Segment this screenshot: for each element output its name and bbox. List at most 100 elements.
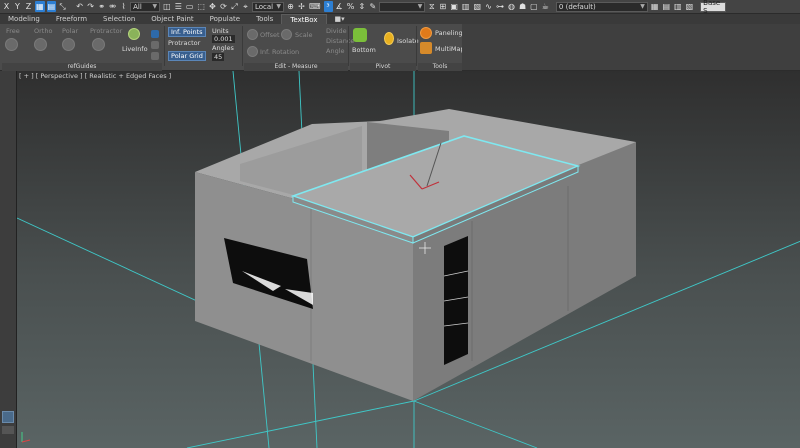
- spinner-snap-icon[interactable]: ⇕: [357, 1, 366, 12]
- named-selection-dropdown[interactable]: ▼: [379, 1, 426, 12]
- pivot-bottom-icon[interactable]: [353, 28, 367, 42]
- layer-dropdown[interactable]: 0 (default) ▼: [555, 1, 648, 12]
- inf-rotation-icon[interactable]: [247, 46, 258, 57]
- named-selection-icon[interactable]: ✎: [368, 1, 377, 12]
- axis-z-button[interactable]: Z: [24, 1, 33, 12]
- pivot-center-icon[interactable]: ⊕: [286, 1, 295, 12]
- group-refguides-label[interactable]: refGuides: [2, 63, 162, 71]
- schematic-view-icon[interactable]: ⊶: [495, 1, 505, 12]
- bind-icon[interactable]: ⌇: [119, 1, 128, 12]
- ribbon-options-icon[interactable]: ■▾: [327, 14, 353, 24]
- coord-system-dropdown[interactable]: Local ▼: [251, 1, 284, 12]
- snaps-toggle-icon[interactable]: ³: [323, 1, 333, 12]
- workspace-dropdown[interactable]: Base S: [700, 0, 727, 15]
- guide-ortho-button[interactable]: [34, 38, 47, 51]
- pivot-bottom-label[interactable]: Bottom: [352, 46, 376, 54]
- scale-icon[interactable]: ⤢: [230, 1, 239, 12]
- polar-grid-toggle[interactable]: Polar Grid: [168, 51, 206, 61]
- guide-free-button[interactable]: [5, 38, 18, 51]
- offset-label[interactable]: Offset: [260, 31, 280, 39]
- toggle-layer-explorer-icon[interactable]: ▥: [461, 1, 471, 12]
- guide-protractor-button[interactable]: [92, 38, 105, 51]
- rendered-frame-icon[interactable]: ▢: [529, 1, 539, 12]
- xy-constraint-icon[interactable]: ▦: [35, 1, 45, 12]
- angle-snap-icon[interactable]: ∡: [335, 1, 344, 12]
- render-icon[interactable]: ☕: [541, 1, 550, 12]
- group-pivot-label[interactable]: Pivot: [350, 63, 416, 71]
- scale-label[interactable]: Scale: [295, 31, 313, 39]
- tab-object-paint[interactable]: Object Paint: [143, 14, 201, 24]
- guides-option3-icon[interactable]: [151, 52, 159, 60]
- divide-label[interactable]: Divide: [326, 27, 347, 35]
- axis-x-button[interactable]: X: [2, 1, 11, 12]
- percent-snap-icon[interactable]: %: [346, 1, 356, 12]
- inf-rotation-label[interactable]: Inf. Rotation: [260, 48, 299, 56]
- move-icon[interactable]: ✥: [208, 1, 217, 12]
- paneling-icon[interactable]: [420, 27, 432, 39]
- select-by-name-icon[interactable]: ☰: [174, 1, 183, 12]
- ribbon-tabs: Modeling Freeform Selection Object Paint…: [0, 14, 800, 24]
- unlink-icon[interactable]: ⚮: [108, 1, 117, 12]
- offset-icon[interactable]: [247, 29, 258, 40]
- viewport-layout-button[interactable]: [2, 411, 14, 423]
- layer-select-icon[interactable]: ▥: [673, 1, 683, 12]
- angles-field[interactable]: 45: [212, 53, 225, 61]
- tab-tools[interactable]: Tools: [248, 14, 281, 24]
- liveinfo-icon[interactable]: [128, 28, 140, 40]
- xz-constraint-icon[interactable]: ▤: [46, 1, 57, 12]
- toggle-scene-explorer-icon[interactable]: ▣: [449, 1, 459, 12]
- tab-selection[interactable]: Selection: [95, 14, 143, 24]
- guide-polar-button[interactable]: [62, 38, 75, 51]
- keyboard-shortcut-icon[interactable]: ⌨: [308, 1, 322, 12]
- tab-modeling[interactable]: Modeling: [0, 14, 48, 24]
- isolate-bulb-icon[interactable]: [384, 32, 394, 45]
- units-field[interactable]: 0.001: [212, 35, 235, 43]
- perspective-viewport[interactable]: [ + ] [ Perspective ] [ Realistic + Edge…: [16, 71, 800, 448]
- guide-line-front-right: [413, 400, 538, 448]
- group-edit-measure-label[interactable]: Edit - Measure: [244, 63, 348, 71]
- angles-label: Angles: [212, 44, 234, 52]
- rotate-icon[interactable]: ⟳: [219, 1, 228, 12]
- scale-tool-icon[interactable]: [281, 29, 292, 40]
- select-manipulate-icon[interactable]: ✢: [297, 1, 306, 12]
- guide-free-label: Free: [6, 27, 20, 35]
- snap-icon[interactable]: ⤡: [58, 1, 67, 12]
- axis-y-button[interactable]: Y: [13, 1, 22, 12]
- viewport-layout-option[interactable]: [2, 426, 14, 434]
- paneling-label[interactable]: Paneling: [435, 29, 463, 37]
- distance-label[interactable]: Distance: [326, 37, 354, 45]
- viewport-label[interactable]: [ + ] [ Perspective ] [ Realistic + Edge…: [19, 72, 171, 80]
- guides-option2-icon[interactable]: [151, 41, 159, 49]
- multimap-icon[interactable]: [420, 42, 432, 54]
- tab-freeform[interactable]: Freeform: [48, 14, 95, 24]
- guides-option-icon[interactable]: [151, 30, 159, 38]
- protractor-toggle[interactable]: Protractor: [168, 39, 200, 47]
- mirror-icon[interactable]: ⧖: [427, 1, 436, 12]
- group-tools-label[interactable]: Tools: [418, 63, 462, 71]
- multimap-label[interactable]: MultiMap: [435, 45, 465, 53]
- align-icon[interactable]: ⊞: [438, 1, 447, 12]
- layer-tools-icon[interactable]: ▦: [650, 1, 660, 12]
- render-setup-icon[interactable]: ☗: [518, 1, 527, 12]
- place-icon[interactable]: ⌖: [241, 1, 250, 12]
- selection-filter-dropdown[interactable]: All ▼: [130, 1, 161, 12]
- tab-textbox[interactable]: TextBox: [281, 14, 327, 24]
- scene-canvas[interactable]: [17, 71, 800, 448]
- window-crossing-icon[interactable]: ⬚: [196, 1, 206, 12]
- undo-icon[interactable]: ↶: [75, 1, 84, 12]
- angle-label[interactable]: Angle: [326, 47, 345, 55]
- tab-populate[interactable]: Populate: [202, 14, 248, 24]
- redo-icon[interactable]: ↷: [86, 1, 95, 12]
- rect-region-icon[interactable]: ▭: [185, 1, 195, 12]
- layer-settings-icon[interactable]: ▧: [685, 1, 695, 12]
- guide-polar-label: Polar: [62, 27, 79, 35]
- material-editor-icon[interactable]: ◍: [507, 1, 516, 12]
- toggle-ribbon-icon[interactable]: ▧: [472, 1, 482, 12]
- layer-add-icon[interactable]: ▤: [661, 1, 671, 12]
- liveinfo-label[interactable]: LiveInfo: [122, 45, 148, 53]
- main-toolbar: X Y Z ▦ ▤ ⤡ ↶ ↷ ⚭ ⚮ ⌇ All ▼ ◫ ☰ ▭ ⬚ ✥ ⟳ ⤢…: [0, 0, 800, 15]
- curve-editor-icon[interactable]: ∿: [484, 1, 493, 12]
- select-object-icon[interactable]: ◫: [162, 1, 172, 12]
- link-icon[interactable]: ⚭: [97, 1, 106, 12]
- inf-points-toggle[interactable]: Inf. Points: [168, 27, 206, 37]
